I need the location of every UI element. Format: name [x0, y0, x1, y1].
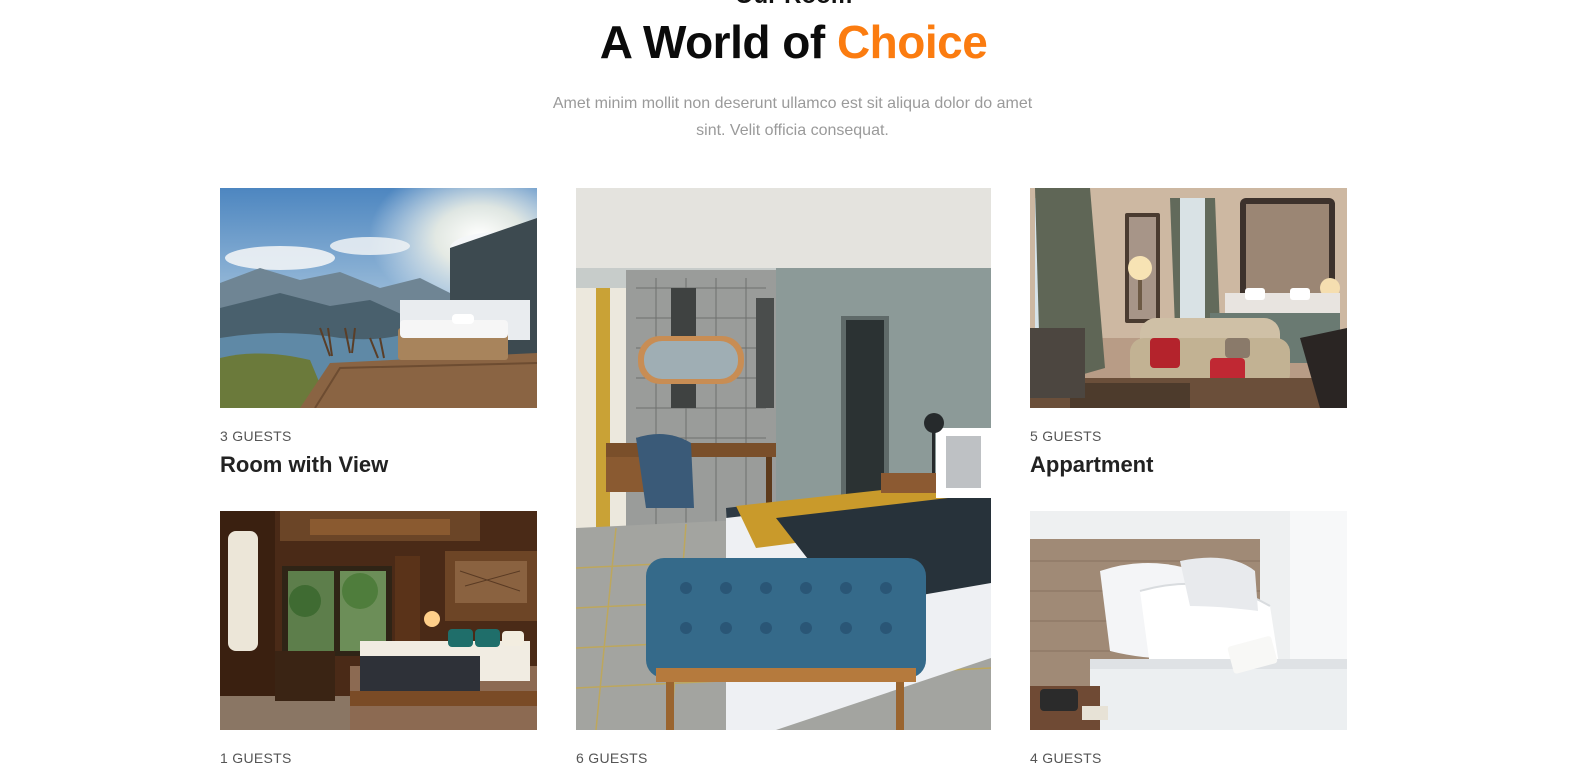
room-image-luxury-apartment[interactable]	[1030, 188, 1347, 408]
room-guests-label: 1 GUESTS	[220, 750, 292, 766]
room-guests-label: 4 GUESTS	[1030, 750, 1102, 766]
rooms-section: Our Room A World of Choice Amet minim mo…	[0, 0, 1587, 771]
section-subtitle: Amet minim mollit non deserunt ullamco e…	[552, 95, 1033, 139]
title-accent: Choice	[836, 16, 988, 68]
room-image-city-mural-bedroom[interactable]	[576, 188, 991, 730]
room-name-title[interactable]: Room with View	[220, 452, 388, 478]
room-guests-label: 6 GUESTS	[576, 750, 648, 766]
section-title: A World of Choice	[0, 16, 1587, 68]
room-name-title[interactable]: Appartment	[1030, 452, 1153, 478]
room-guests-label: 5 GUESTS	[1030, 428, 1102, 444]
room-guests-label: 3 GUESTS	[220, 428, 292, 444]
section-eyebrow: Our Room	[0, 0, 1587, 8]
title-main: A World of	[599, 16, 837, 68]
room-image-white-pillows-bed[interactable]	[1030, 511, 1347, 730]
room-image-mountain-view[interactable]	[220, 188, 537, 408]
room-image-tropical-wood-bedroom[interactable]	[220, 511, 537, 730]
